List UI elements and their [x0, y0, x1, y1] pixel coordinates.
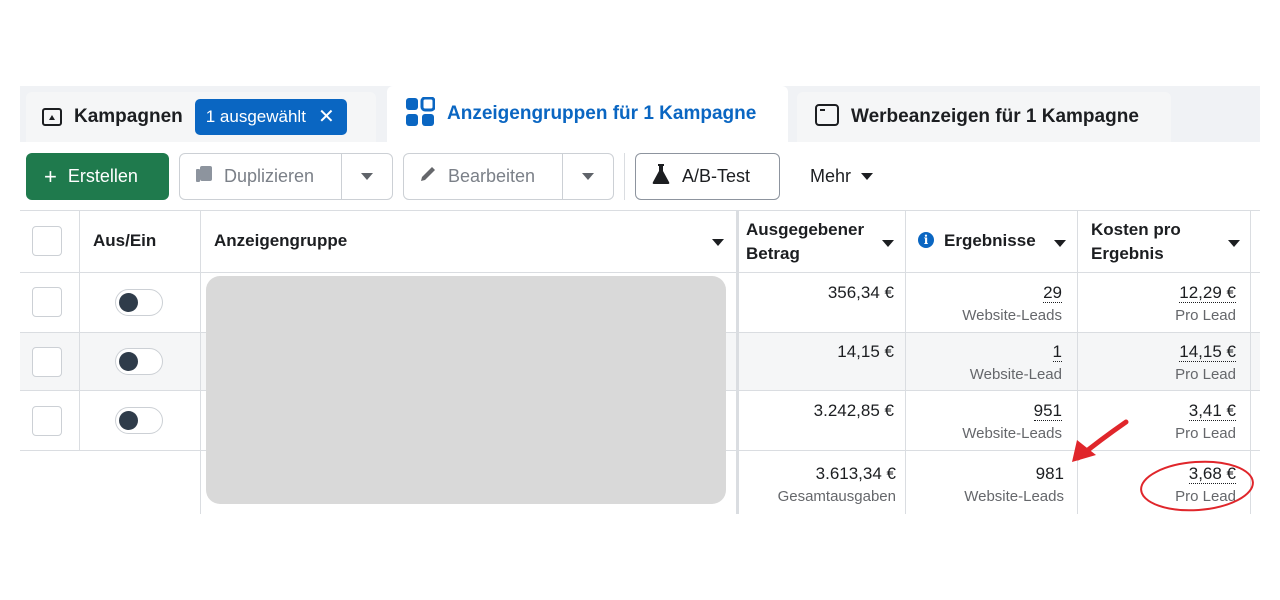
- annotation-overlay: [1072, 419, 1254, 512]
- red-arrow: [1072, 419, 1129, 462]
- red-circle-highlight: [1140, 460, 1254, 512]
